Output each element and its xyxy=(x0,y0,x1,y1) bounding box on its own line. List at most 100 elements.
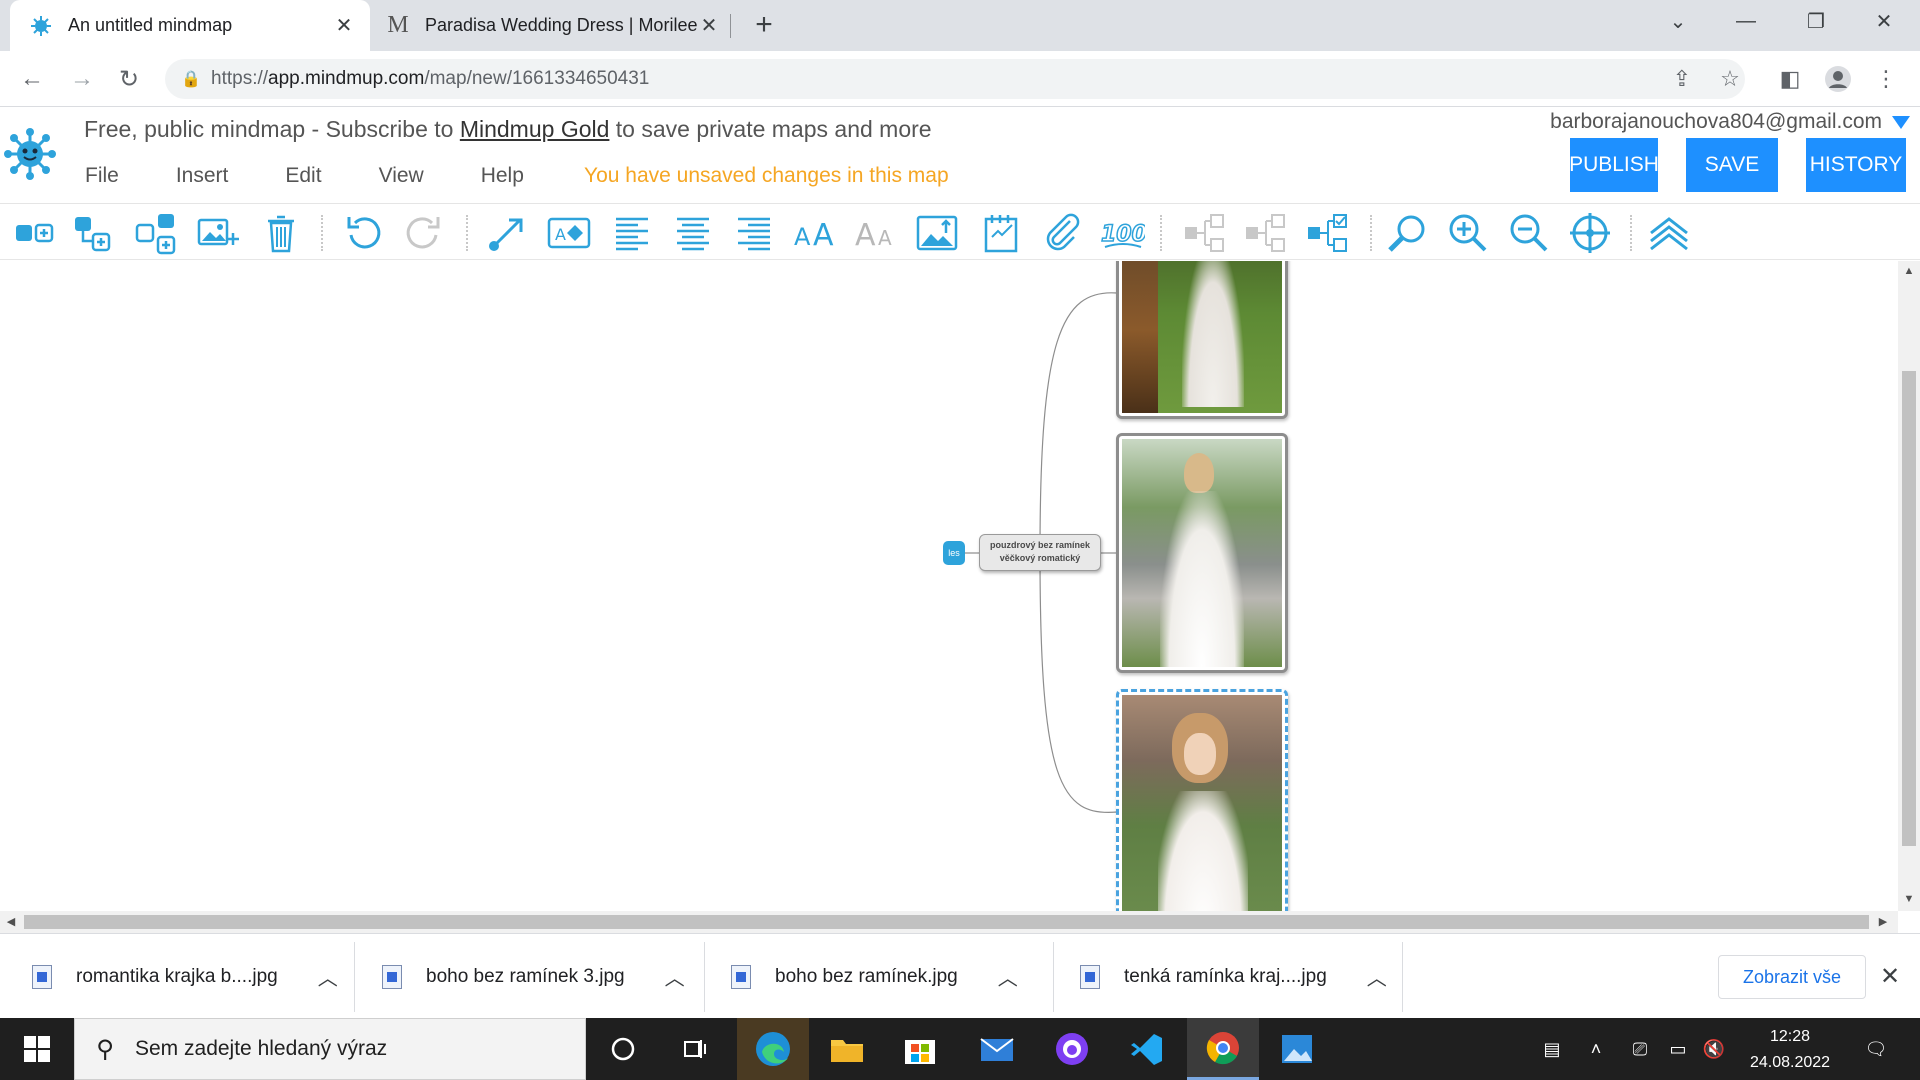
mindmup-logo-icon[interactable] xyxy=(4,128,56,180)
menu-insert[interactable]: Insert xyxy=(176,164,229,188)
reload-icon[interactable]: ↻ xyxy=(113,63,145,95)
share-icon[interactable]: ⇪ xyxy=(1666,63,1698,95)
align-right-icon[interactable] xyxy=(731,211,777,255)
download-item[interactable]: boho bez ramínek 3.jpg ︿ xyxy=(382,934,685,1019)
browser-menu-icon[interactable]: ⋮ xyxy=(1870,63,1902,95)
menu-file[interactable]: File xyxy=(85,164,119,188)
notification-center-icon[interactable]: 🗨 xyxy=(1856,1018,1896,1080)
close-window-button[interactable]: ✕ xyxy=(1854,0,1914,42)
scroll-up-icon[interactable]: ▲ xyxy=(1902,265,1916,279)
edge-browser-icon[interactable] xyxy=(737,1018,809,1080)
tab-mindmap[interactable]: An untitled mindmap ✕ xyxy=(10,0,370,51)
save-button[interactable]: SAVE xyxy=(1686,138,1778,192)
tab-paradisa[interactable]: M Paradisa Wedding Dress | Morilee ✕ xyxy=(375,0,735,51)
task-view-icon[interactable] xyxy=(659,1018,731,1080)
chevron-up-icon[interactable]: ︿ xyxy=(665,962,685,991)
insert-image-icon[interactable] xyxy=(195,211,241,255)
tab-close-icon[interactable]: ✕ xyxy=(332,13,356,38)
align-left-icon[interactable] xyxy=(609,211,655,255)
delete-trash-icon[interactable] xyxy=(258,211,304,255)
battery-icon[interactable]: ▭ xyxy=(1664,1018,1692,1080)
search-magnifier-icon[interactable] xyxy=(1384,211,1430,255)
download-item[interactable]: romantika krajka b....jpg ︿ xyxy=(32,934,338,1019)
mindmap-canvas[interactable]: pouzdrový bez ramínek věčkový romatický … xyxy=(0,261,1898,911)
zoom-in-icon[interactable] xyxy=(1445,211,1491,255)
taskbar-clock[interactable]: 12:28 24.08.2022 xyxy=(1745,1024,1835,1076)
download-item[interactable]: boho bez ramínek.jpg ︿ xyxy=(731,934,1018,1019)
tab-search-icon[interactable]: ⌄ xyxy=(1648,0,1708,42)
horizontal-scroll-thumb[interactable] xyxy=(24,915,1869,929)
image-node-dress-2[interactable] xyxy=(1116,433,1288,673)
collapse-toolbar-icon[interactable] xyxy=(1646,211,1692,255)
bookmark-star-icon[interactable]: ☆ xyxy=(1714,63,1746,95)
tab-close-icon[interactable]: ✕ xyxy=(697,13,721,38)
url-text[interactable]: https://app.mindmup.com/map/new/16613346… xyxy=(211,68,649,90)
news-widget-icon[interactable]: ▤ xyxy=(1532,1018,1572,1080)
lock-icon[interactable]: 🔒 xyxy=(171,69,211,89)
github-desktop-icon[interactable] xyxy=(1036,1018,1108,1080)
toggle-branch-icon[interactable] xyxy=(1305,211,1351,255)
vertical-scrollbar[interactable]: ▲ ▼ xyxy=(1898,261,1920,911)
history-button[interactable]: HISTORY xyxy=(1806,138,1906,192)
photos-app-icon[interactable] xyxy=(1261,1018,1333,1080)
cortana-icon[interactable] xyxy=(587,1018,659,1080)
add-sibling-icon[interactable] xyxy=(12,211,58,255)
windows-start-icon[interactable] xyxy=(12,1018,62,1080)
decrease-font-icon[interactable]: AA xyxy=(853,211,899,255)
microsoft-store-icon[interactable] xyxy=(884,1018,956,1080)
forward-icon[interactable]: → xyxy=(66,63,98,95)
add-parent-icon[interactable] xyxy=(133,211,179,255)
download-item[interactable]: tenká ramínka kraj....jpg ︿ xyxy=(1080,934,1387,1019)
scroll-right-icon[interactable]: ▶ xyxy=(1876,915,1890,929)
image-node-dress-3[interactable] xyxy=(1116,689,1288,911)
add-child-icon[interactable] xyxy=(70,211,116,255)
volume-muted-icon[interactable]: 🔇 xyxy=(1700,1018,1728,1080)
menu-help[interactable]: Help xyxy=(481,164,524,188)
horizontal-scrollbar[interactable]: ◀ ▶ xyxy=(0,911,1898,933)
side-panel-icon[interactable]: ◧ xyxy=(1774,63,1806,95)
file-explorer-icon[interactable] xyxy=(811,1018,883,1080)
mindmup-gold-link[interactable]: Mindmup Gold xyxy=(460,116,610,142)
menu-view[interactable]: View xyxy=(379,164,424,188)
reset-view-icon[interactable] xyxy=(1567,211,1613,255)
profile-avatar-icon[interactable] xyxy=(1822,63,1854,95)
vertical-scroll-thumb[interactable] xyxy=(1902,371,1916,846)
collapse-branch-icon[interactable] xyxy=(1182,211,1228,255)
scroll-left-icon[interactable]: ◀ xyxy=(4,915,18,929)
image-node-dress-1[interactable] xyxy=(1116,261,1288,419)
tray-overflow-icon[interactable]: ˄ xyxy=(1584,1018,1608,1080)
back-icon[interactable]: ← xyxy=(16,63,48,95)
account-email[interactable]: barborajanouchova804@gmail.com xyxy=(1550,110,1882,134)
expand-branch-icon[interactable] xyxy=(1243,211,1289,255)
restore-button[interactable]: ❐ xyxy=(1786,0,1846,42)
mindmap-node-root[interactable]: pouzdrový bez ramínek věčkový romatický xyxy=(979,534,1101,571)
mindmap-node-les[interactable]: les xyxy=(943,541,965,565)
chrome-icon[interactable] xyxy=(1187,1018,1259,1080)
chevron-up-icon[interactable]: ︿ xyxy=(998,962,1018,991)
chevron-up-icon[interactable]: ︿ xyxy=(1367,962,1387,991)
notes-calendar-icon[interactable] xyxy=(979,211,1025,255)
background-image-icon[interactable] xyxy=(914,211,960,255)
align-center-icon[interactable] xyxy=(670,211,716,255)
taskbar-search-box[interactable]: ⚲ Sem zadejte hledaný výraz xyxy=(74,1018,586,1080)
minimize-button[interactable]: — xyxy=(1716,0,1776,42)
meet-now-icon[interactable]: ⎚ xyxy=(1628,1018,1652,1080)
publish-button[interactable]: PUBLISH xyxy=(1569,138,1659,192)
scroll-down-icon[interactable]: ▼ xyxy=(1902,893,1916,907)
connector-arrow-icon[interactable] xyxy=(484,211,530,255)
account-dropdown-icon[interactable] xyxy=(1892,116,1910,129)
chevron-up-icon[interactable]: ︿ xyxy=(318,962,338,991)
vscode-icon[interactable] xyxy=(1111,1018,1183,1080)
mail-icon[interactable] xyxy=(961,1018,1033,1080)
show-all-downloads-button[interactable]: Zobrazit vše xyxy=(1718,955,1866,999)
address-bar[interactable]: 🔒 https://app.mindmup.com/map/new/166133… xyxy=(165,59,1745,99)
progress-100-icon[interactable]: 100 xyxy=(1100,211,1146,255)
close-download-bar-icon[interactable]: ✕ xyxy=(1880,962,1900,991)
link-attachment-icon[interactable] xyxy=(1039,211,1085,255)
new-tab-button[interactable]: + xyxy=(748,8,780,42)
zoom-out-icon[interactable] xyxy=(1506,211,1552,255)
redo-icon[interactable] xyxy=(401,211,447,255)
increase-font-icon[interactable]: AA xyxy=(792,211,838,255)
menu-edit[interactable]: Edit xyxy=(285,164,321,188)
undo-icon[interactable] xyxy=(340,211,386,255)
